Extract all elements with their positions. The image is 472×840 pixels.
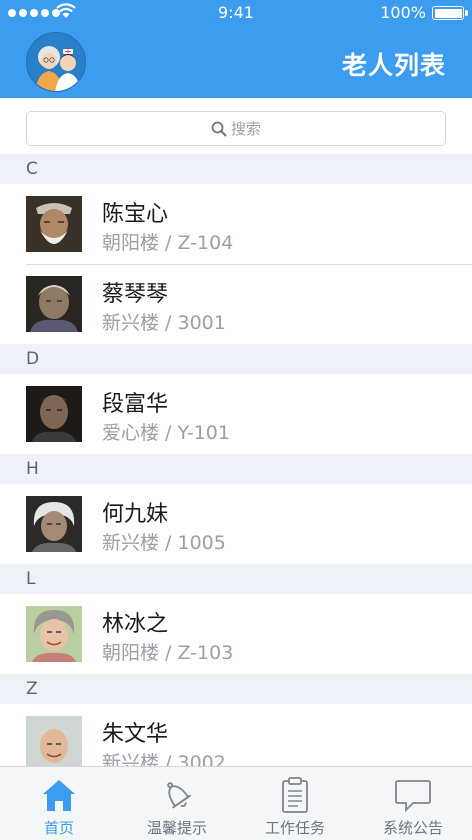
tab-bar: 首页 温馨提示 工作任务 系统公告	[0, 766, 472, 840]
page-title: 老人列表	[341, 51, 446, 80]
tab-announcements[interactable]: 系统公告	[354, 767, 472, 840]
search-area: 搜索	[0, 98, 472, 154]
speech-bubble-icon	[395, 780, 431, 813]
status-bar: 9:41 100%	[0, 0, 472, 26]
clipboard-icon	[282, 777, 308, 813]
list-item[interactable]: 段富华爱心楼 / Y-101	[0, 374, 472, 454]
user-avatar[interactable]	[26, 32, 86, 92]
battery-percent: 100%	[380, 3, 426, 22]
list-item[interactable]: 朱文华新兴楼 / 3002	[0, 704, 472, 766]
section-header: L	[0, 564, 472, 594]
tab-label: 系统公告	[382, 819, 443, 837]
person-name: 段富华	[102, 392, 169, 417]
person-name: 陈宝心	[102, 202, 169, 227]
person-location: 朝阳楼 / Z-104	[102, 232, 234, 254]
person-location: 朝阳楼 / Z-103	[102, 642, 234, 664]
elderly-list[interactable]: C 陈宝心 朝阳楼 / Z-104 蔡琴琴 新兴楼 / 3001 D 段富华 爱心楼 / Y-…	[0, 154, 472, 766]
tab-label: 首页	[43, 819, 74, 837]
bell-icon	[167, 782, 192, 809]
elderly-man-photo	[26, 386, 82, 442]
person-location: 新兴楼 / 3001	[102, 312, 226, 334]
list-item[interactable]: 蔡琴琴新兴楼 / 3001	[0, 264, 472, 344]
tab-home[interactable]: 首页	[0, 767, 118, 840]
elderly-man-white-beard-photo	[26, 196, 82, 252]
person-location: 新兴楼 / 3002	[102, 752, 226, 766]
person-name: 蔡琴琴	[102, 282, 169, 307]
list-item[interactable]: 林冰之朝阳楼 / Z-103	[0, 594, 472, 674]
tab-label: 工作任务	[264, 819, 325, 837]
section-header: C	[0, 154, 472, 184]
list-item[interactable]: 何九妹新兴楼 / 1005	[0, 484, 472, 564]
person-name: 林冰之	[102, 612, 169, 637]
person-location: 爱心楼 / Y-101	[102, 422, 230, 444]
tab-tasks[interactable]: 工作任务	[236, 767, 354, 840]
person-name: 朱文华	[102, 722, 169, 747]
section-header: H	[0, 454, 472, 484]
battery-icon	[432, 6, 468, 20]
person-name: 何九妹	[102, 502, 169, 527]
tab-label: 温馨提示	[146, 819, 207, 837]
elderly-woman-white-hair-photo	[26, 496, 82, 552]
search-icon	[211, 121, 227, 136]
elderly-woman-smiling-photo	[26, 606, 82, 662]
header-bar: 9:41 100% 老人列表	[0, 0, 472, 98]
elderly-woman-photo	[26, 276, 82, 332]
section-header: D	[0, 344, 472, 374]
section-header: Z	[0, 674, 472, 704]
list-item[interactable]: 陈宝心朝阳楼 / Z-104	[0, 184, 472, 264]
tab-reminders[interactable]: 温馨提示	[118, 767, 236, 840]
elderly-man-smiling-photo	[26, 716, 82, 766]
person-location: 新兴楼 / 1005	[102, 532, 226, 554]
home-icon	[43, 780, 75, 811]
search-input[interactable]: 搜索	[26, 111, 446, 146]
search-placeholder: 搜索	[230, 120, 261, 138]
